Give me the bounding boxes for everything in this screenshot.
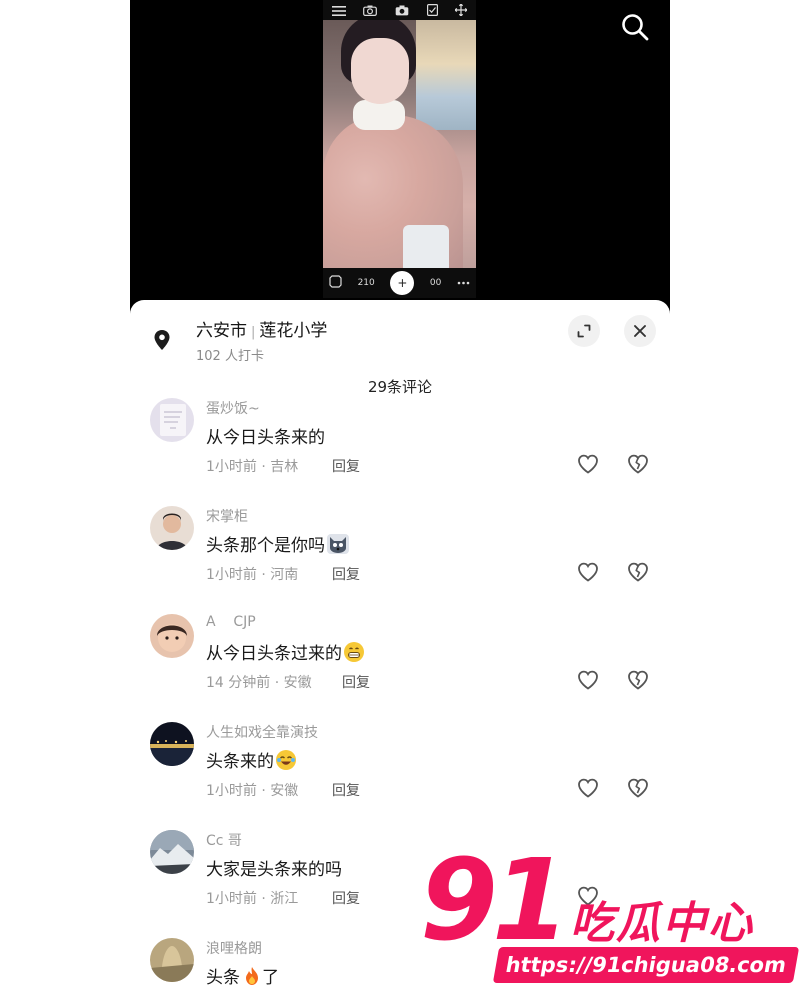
move-icon bbox=[454, 1, 468, 20]
comment-text: 从今日头条来的 bbox=[206, 428, 325, 448]
like-button[interactable] bbox=[576, 776, 600, 800]
fire-icon bbox=[242, 966, 262, 986]
expand-button[interactable] bbox=[568, 315, 600, 347]
avatar[interactable] bbox=[150, 398, 194, 442]
counter-left: 210 bbox=[357, 278, 375, 288]
comment-username[interactable]: 蛋炒饭~ bbox=[206, 398, 260, 418]
face bbox=[351, 38, 409, 104]
search-button[interactable] bbox=[620, 12, 650, 42]
reply-button[interactable]: 回复 bbox=[332, 564, 360, 584]
avatar[interactable] bbox=[150, 614, 194, 658]
comment-username[interactable]: A CJP bbox=[206, 614, 256, 630]
camera-toolbar bbox=[323, 0, 476, 20]
menu-icon bbox=[331, 1, 346, 20]
reply-button[interactable]: 回复 bbox=[342, 672, 370, 692]
checklist-icon bbox=[426, 1, 438, 20]
watermark-logo: 91 吃瓜中心 https://91chigua08.com bbox=[420, 845, 800, 995]
comment-text-tail: 了 bbox=[262, 968, 279, 988]
comment-meta: 14 分钟前 · 安徽 bbox=[206, 675, 312, 691]
watermark-url: https://91chigua08.com bbox=[492, 947, 800, 983]
comment-item: 蛋炒饭~ 从今日头条来的 1小时前 · 吉林 回复 bbox=[130, 386, 670, 494]
comment-text: 从今日头条过来的 bbox=[206, 639, 364, 664]
close-icon bbox=[634, 325, 646, 337]
comment-meta: 1小时前 · 浙江 bbox=[206, 891, 299, 907]
shutter-button: + bbox=[390, 271, 415, 295]
camera-icon bbox=[363, 1, 378, 20]
comment-text-body: 头条 bbox=[206, 968, 240, 988]
camera-switch-icon bbox=[395, 1, 409, 20]
expand-icon bbox=[577, 324, 591, 338]
avatar[interactable] bbox=[150, 830, 194, 874]
broken-heart-icon bbox=[628, 562, 648, 582]
more-icon bbox=[457, 278, 470, 288]
watermark-name: 吃瓜中心 bbox=[570, 898, 754, 949]
comment-meta: 1小时前 · 河南 bbox=[206, 567, 299, 583]
comment-text-body: 头条那个是你吗 bbox=[206, 536, 325, 556]
comment-item: 人生如戏全靠演技 头条来的 1小时前 · 安徽 回复 bbox=[130, 710, 670, 818]
broken-heart-icon bbox=[628, 454, 648, 474]
avatar[interactable] bbox=[150, 506, 194, 550]
comment-meta: 1小时前 · 安徽 bbox=[206, 783, 299, 799]
dislike-button[interactable] bbox=[626, 776, 650, 800]
close-button[interactable] bbox=[624, 315, 656, 347]
dislike-button[interactable] bbox=[626, 560, 650, 584]
search-icon bbox=[622, 14, 649, 41]
comment-text: 头条来的 bbox=[206, 747, 296, 772]
video-area[interactable]: 210 + 00 bbox=[130, 0, 670, 315]
comment-text: 头条 了 bbox=[206, 963, 279, 988]
grin-face-icon bbox=[344, 642, 364, 662]
video-frame: 210 + 00 bbox=[323, 0, 476, 298]
location-separator: | bbox=[251, 325, 256, 340]
like-button[interactable] bbox=[576, 668, 600, 692]
drink-cup bbox=[403, 225, 449, 268]
comment-meta: 1小时前 · 吉林 bbox=[206, 459, 299, 475]
broken-heart-icon bbox=[628, 670, 648, 690]
location-place: 莲花小学 bbox=[259, 321, 328, 341]
dislike-button[interactable] bbox=[626, 668, 650, 692]
comment-text-body: 头条来的 bbox=[206, 752, 274, 772]
avatar[interactable] bbox=[150, 938, 194, 982]
counter-right: 00 bbox=[429, 278, 442, 288]
comment-text: 头条那个是你吗 bbox=[206, 531, 349, 556]
heart-icon bbox=[578, 454, 598, 474]
background-shelf bbox=[416, 20, 476, 130]
broken-heart-icon bbox=[628, 778, 648, 798]
camera-controls: 210 + 00 bbox=[323, 268, 476, 298]
comment-username[interactable]: 浪哩格朗 bbox=[206, 938, 262, 958]
location-header[interactable]: 六安市 | 莲花小学 102 人打卡 bbox=[130, 300, 670, 370]
selfie-photo bbox=[323, 20, 476, 268]
watermark-number: 91 bbox=[420, 836, 570, 966]
comment-text-body: 从今日头条过来的 bbox=[206, 644, 342, 664]
heart-icon bbox=[578, 778, 598, 798]
heart-icon bbox=[578, 562, 598, 582]
reply-button[interactable]: 回复 bbox=[332, 888, 360, 908]
gallery-icon bbox=[329, 275, 342, 291]
location-pin-icon bbox=[150, 328, 174, 352]
white-collar bbox=[353, 100, 405, 130]
dislike-button[interactable] bbox=[626, 452, 650, 476]
location-city: 六安市 bbox=[196, 321, 247, 341]
dog-face-icon bbox=[327, 534, 349, 554]
comment-username[interactable]: Cc 哥 bbox=[206, 830, 242, 850]
location-title[interactable]: 六安市 | 莲花小学 bbox=[196, 316, 327, 341]
comment-item: 宋掌柜 头条那个是你吗 1小时前 · 河南 回复 bbox=[130, 494, 670, 602]
like-button[interactable] bbox=[576, 560, 600, 584]
laugh-cry-face-icon bbox=[276, 750, 296, 770]
comment-username[interactable]: 宋掌柜 bbox=[206, 506, 248, 526]
checkin-count: 102 人打卡 bbox=[196, 349, 264, 364]
avatar[interactable] bbox=[150, 722, 194, 766]
reply-button[interactable]: 回复 bbox=[332, 456, 360, 476]
comment-text: 大家是头条来的吗 bbox=[206, 860, 342, 880]
like-button[interactable] bbox=[576, 452, 600, 476]
heart-icon bbox=[578, 670, 598, 690]
comment-item: A CJP 从今日头条过来的 14 分钟前 · 安徽 回复 bbox=[130, 602, 670, 710]
comment-username[interactable]: 人生如戏全靠演技 bbox=[206, 722, 318, 742]
reply-button[interactable]: 回复 bbox=[332, 780, 360, 800]
